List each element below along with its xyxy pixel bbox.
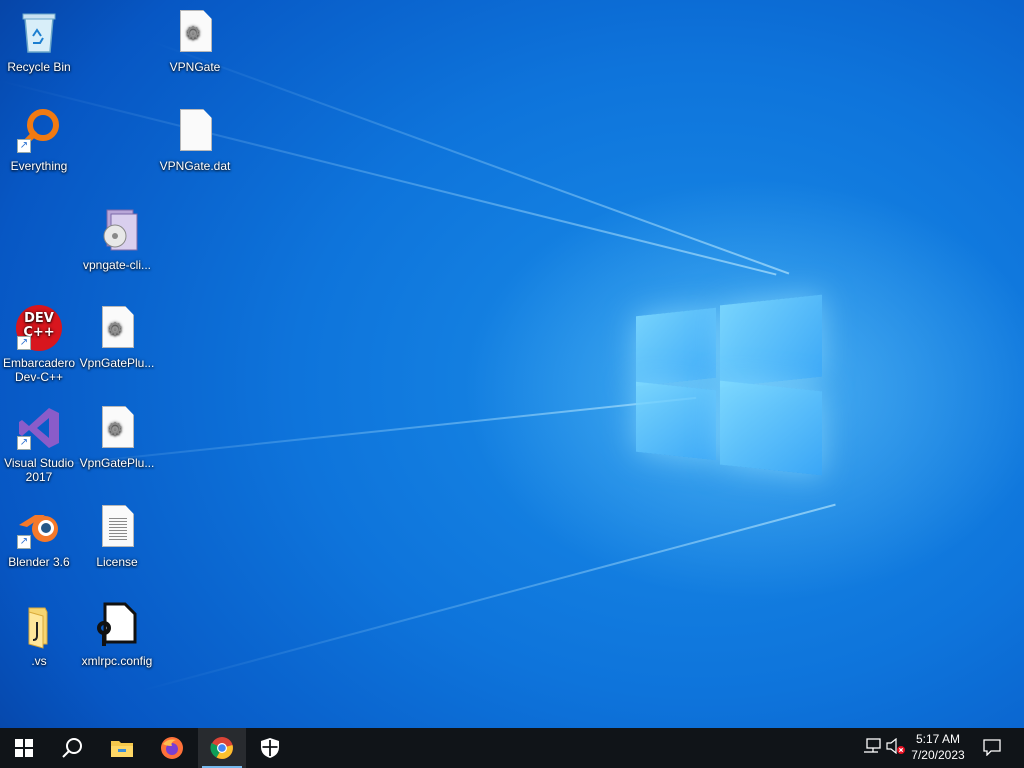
config-file-icon: ⚙ — [93, 304, 141, 352]
desktop-icon-visual-studio[interactable]: ↗ Visual Studio 2017 — [0, 404, 78, 484]
icon-label: VPNGate.dat — [159, 159, 231, 173]
icon-label: Everything — [10, 159, 68, 173]
wallpaper-beam — [139, 503, 836, 692]
network-icon[interactable] — [862, 738, 882, 758]
everything-search-icon: ↗ — [15, 107, 63, 155]
visual-studio-icon: ↗ — [15, 404, 63, 452]
icon-label: VpnGatePlu... — [79, 456, 155, 470]
desktop-icon-xmlrpc-config[interactable]: xmlrpc.config — [78, 602, 156, 668]
search-icon — [62, 738, 82, 758]
icon-label: Visual Studio 2017 — [4, 456, 74, 484]
blender-icon: ↗ — [15, 503, 63, 551]
desktop-icon-vpngateplugin-1[interactable]: ⚙ VpnGatePlu... — [78, 304, 156, 370]
firefox-button[interactable] — [148, 728, 196, 768]
shortcut-arrow-icon: ↗ — [17, 535, 31, 549]
icon-label: VPNGate — [169, 60, 221, 74]
desktop-icon-vpngate-dat[interactable]: VPNGate.dat — [156, 107, 234, 173]
recycle-bin-icon — [15, 8, 63, 56]
chrome-button[interactable] — [198, 728, 246, 768]
icon-label: License — [96, 555, 138, 569]
file-explorer-button[interactable] — [98, 728, 146, 768]
clock-time: 5:17 AM — [915, 732, 961, 746]
start-icon — [15, 739, 33, 757]
icon-label: vpngate-cli... — [82, 258, 152, 272]
file-explorer-icon — [111, 741, 133, 757]
desktop-icon-everything[interactable]: ↗ Everything — [0, 107, 78, 173]
text-file-icon — [93, 503, 141, 551]
icon-label: VpnGatePlu... — [79, 356, 155, 370]
windows-logo-wallpaper — [630, 286, 830, 486]
clock-date: 7/20/2023 — [911, 748, 965, 762]
desktop-icon-devcpp[interactable]: DEV C++ ↗ Embarcadero Dev-C++ — [0, 304, 78, 384]
desktop-icon-vpngate[interactable]: ⚙ VPNGate — [156, 8, 234, 74]
windows-security-button[interactable] — [246, 728, 294, 768]
config-file-icon: ⚙ — [171, 8, 219, 56]
desktop-icon-license[interactable]: License — [78, 503, 156, 569]
desktop-icon-blender[interactable]: ↗ Blender 3.6 — [0, 503, 78, 569]
desktop-icon-vpngateplugin-2[interactable]: ⚙ VpnGatePlu... — [78, 404, 156, 470]
action-center-button[interactable] — [982, 738, 1002, 758]
blank-file-icon — [171, 107, 219, 155]
icon-label: xmlrpc.config — [81, 654, 153, 668]
start-button[interactable] — [0, 728, 48, 768]
icon-label: Blender 3.6 — [8, 555, 70, 569]
icon-label: Embarcadero Dev-C++ — [2, 356, 76, 384]
installer-icon — [93, 206, 141, 254]
icon-label: Recycle Bin — [7, 60, 71, 74]
desktop-icon-vs-folder[interactable]: .vs — [0, 602, 78, 668]
system-clock[interactable]: 5:17 AM 7/20/2023 — [900, 731, 976, 763]
config-file-icon: ⚙ — [93, 404, 141, 452]
icon-label: .vs — [31, 654, 47, 668]
firefox-icon — [161, 737, 183, 759]
desktop: Recycle Bin ↗ Everything DEV C++ ↗ Embarc… — [0, 0, 1024, 728]
taskbar: 5:17 AM 7/20/2023 — [0, 728, 1024, 768]
search-button[interactable] — [48, 728, 96, 768]
desktop-icon-vpngate-client[interactable]: vpngate-cli... — [78, 206, 156, 272]
chrome-icon — [210, 737, 233, 759]
action-center-icon — [983, 739, 1001, 757]
security-shield-icon — [261, 738, 279, 758]
shortcut-arrow-icon: ↗ — [17, 139, 31, 153]
desktop-icon-recycle-bin[interactable]: Recycle Bin — [0, 8, 78, 74]
shortcut-arrow-icon: ↗ — [17, 336, 31, 350]
devcpp-icon: DEV C++ ↗ — [15, 304, 63, 352]
wallpaper-beam — [149, 40, 790, 275]
config-settings-icon — [93, 602, 141, 650]
shortcut-arrow-icon: ↗ — [17, 436, 31, 450]
folder-icon — [15, 602, 63, 650]
